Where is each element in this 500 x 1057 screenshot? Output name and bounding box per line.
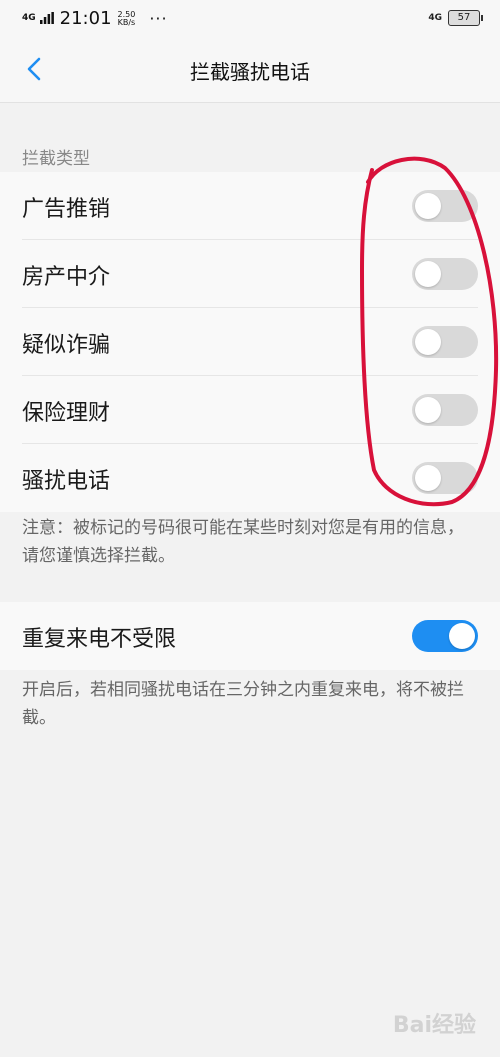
repeat-call-row[interactable]: 重复来电不受限 — [0, 602, 500, 670]
row-label: 重复来电不受限 — [22, 627, 177, 652]
repeat-call-inner: 重复来电不受限 — [0, 602, 500, 670]
network-type-right: 4G — [428, 13, 442, 23]
row-label: 疑似诈骗 — [22, 333, 111, 358]
toggle-switch-insurance[interactable] — [412, 394, 478, 426]
block-type-row-fraud[interactable]: 疑似诈骗 — [0, 308, 500, 376]
toggle-knob — [415, 329, 441, 355]
row-label: 骚扰电话 — [22, 469, 111, 494]
watermark: Bai经验 — [392, 1013, 476, 1038]
row-label: 广告推销 — [22, 197, 111, 222]
toggle-switch-harassment[interactable] — [412, 462, 478, 494]
toggle-switch-ads[interactable] — [412, 190, 478, 222]
page-title: 拦截骚扰电话 — [190, 60, 310, 84]
signal-icon — [39, 8, 54, 29]
toggle-knob — [415, 397, 441, 423]
battery-icon: 57 — [448, 10, 483, 26]
status-left: 4G 21:01 2.50 KB/s ··· — [22, 8, 168, 29]
toggle-knob — [415, 465, 441, 491]
block-note: 注意：被标记的号码很可能在某些时刻对您是有用的信息，请您谨慎选择拦截。 — [22, 518, 464, 566]
status-right: 4G 57 — [428, 10, 483, 26]
section-title: 拦截类型 — [22, 149, 90, 169]
network-speed: 2.50 KB/s — [117, 10, 136, 27]
block-type-row-harassment[interactable]: 骚扰电话 — [0, 444, 500, 512]
row-label: 房产中介 — [22, 265, 111, 290]
block-type-row-ads[interactable]: 广告推销 — [0, 172, 500, 240]
status-bar: 4G 21:01 2.50 KB/s ··· 4G 57 — [0, 0, 500, 38]
block-type-list: 广告推销 房产中介 疑似诈骗 保险理财 骚扰电话 — [0, 172, 500, 512]
block-type-row-insurance[interactable]: 保险理财 — [0, 376, 500, 444]
clock: 21:01 — [59, 8, 112, 29]
repeat-call-note: 开启后，若相同骚扰电话在三分钟之内重复来电，将不被拦截。 — [22, 680, 464, 728]
toggle-switch-real-estate[interactable] — [412, 258, 478, 290]
toggle-knob — [449, 623, 475, 649]
toggle-knob — [415, 193, 441, 219]
row-label: 保险理财 — [22, 401, 111, 426]
more-notifications: ··· — [149, 9, 168, 28]
speed-unit: KB/s — [117, 17, 136, 27]
toggle-switch-fraud[interactable] — [412, 326, 478, 358]
network-type: 4G — [22, 13, 36, 23]
block-type-row-real-estate[interactable]: 房产中介 — [0, 240, 500, 308]
toggle-knob — [415, 261, 441, 287]
nav-bar: 拦截骚扰电话 — [0, 38, 500, 103]
toggle-switch-repeat-call[interactable] — [412, 620, 478, 652]
